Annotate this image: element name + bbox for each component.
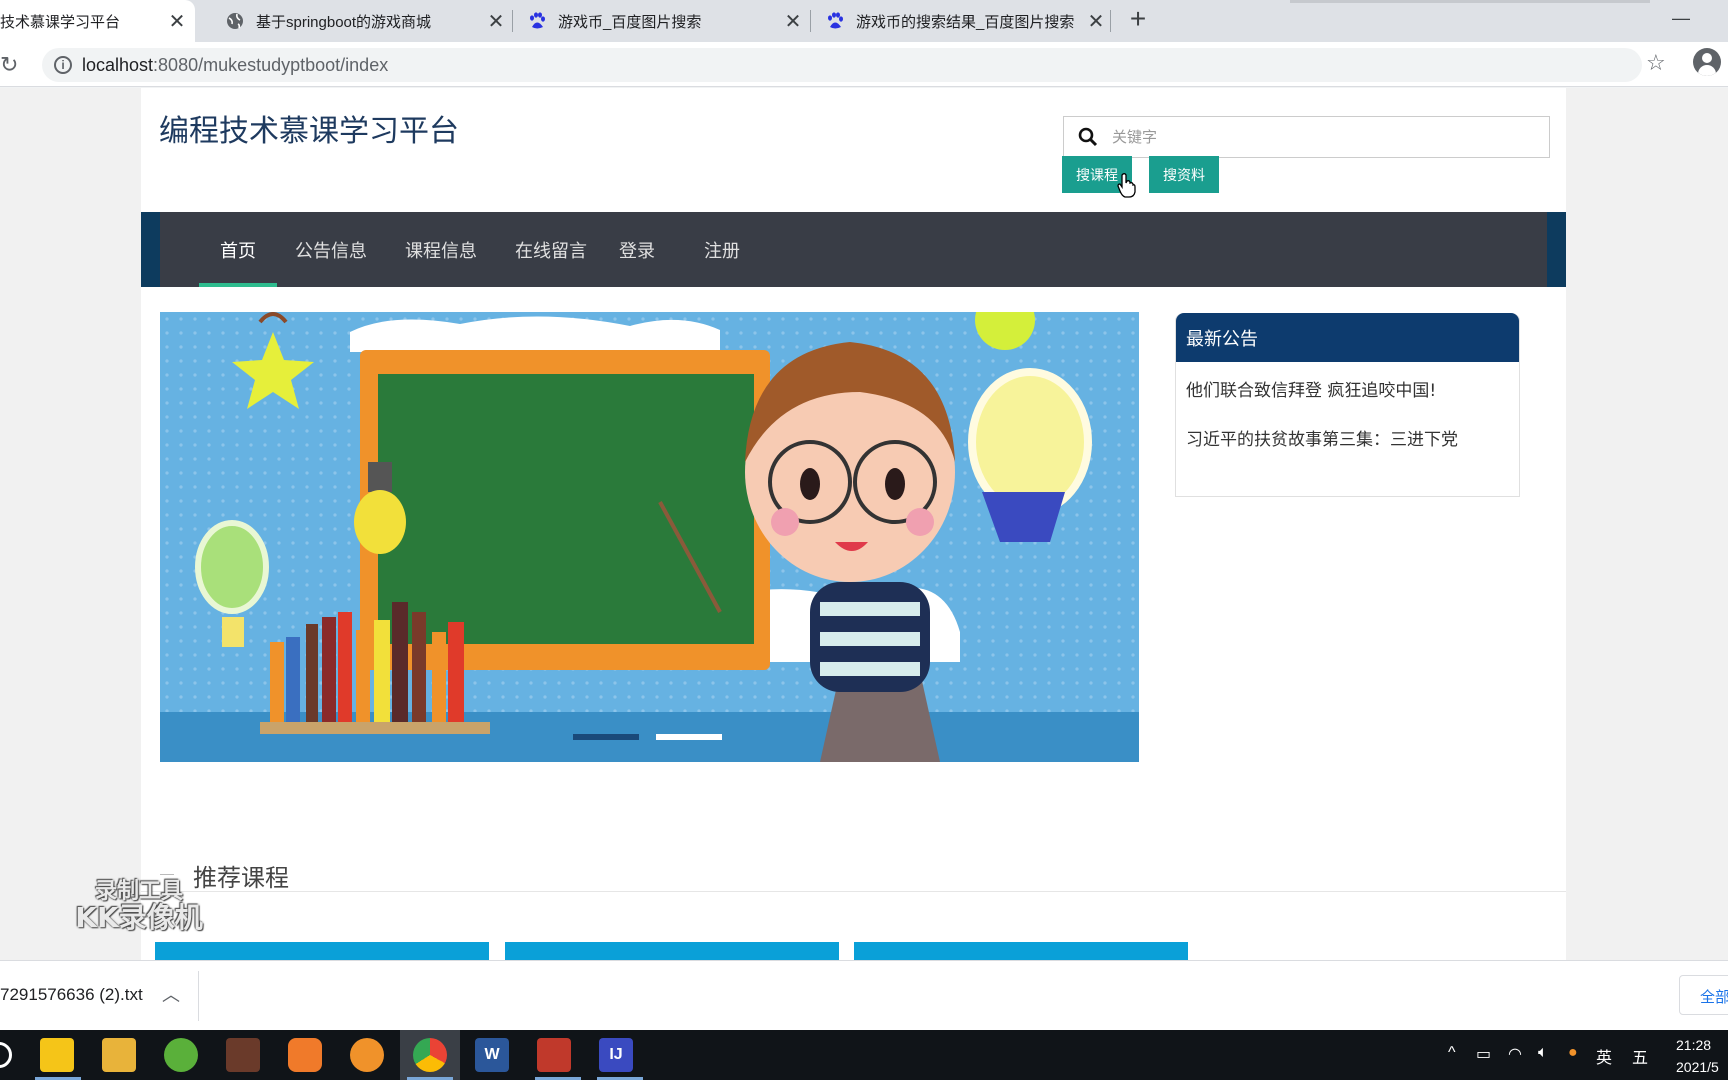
show-all-downloads-button[interactable]: 全部: [1679, 975, 1728, 1015]
tab-4[interactable]: 游戏币的搜索结果_百度图片搜索 ✕: [826, 0, 1106, 42]
volume-icon[interactable]: 🔈︎: [1538, 1044, 1548, 1062]
notice-item[interactable]: 习近平的扶贫故事第三集：三进下党: [1186, 425, 1458, 450]
page-viewport: 编程技术慕课学习平台 搜课程 搜资料 首页 公告信息 课程信息 在线留言 登录 …: [0, 88, 1728, 960]
window-top-strip: [1290, 0, 1650, 3]
reload-icon[interactable]: ↻: [0, 52, 18, 78]
search-input[interactable]: [1112, 128, 1549, 146]
clock-time: 21:28: [1676, 1037, 1712, 1053]
close-icon[interactable]: ✕: [1086, 11, 1106, 33]
account-icon[interactable]: [1693, 48, 1721, 76]
notice-item[interactable]: 他们联合致信拜登 疯狂追咬中国!: [1186, 376, 1436, 401]
ime-mode[interactable]: 五: [1632, 1044, 1648, 1068]
section-divider: [141, 891, 1566, 892]
address-bar[interactable]: i localhost :8080/mukestudyptboot/index: [42, 48, 1642, 82]
bookmark-star-icon[interactable]: ☆: [1646, 50, 1666, 76]
search-icon[interactable]: [0, 1042, 12, 1068]
tab-title: 技术慕课学习平台: [0, 13, 121, 31]
wifi-icon[interactable]: ◠: [1508, 1044, 1522, 1064]
course-card[interactable]: [155, 942, 489, 960]
baidu-paw-icon: [826, 12, 844, 30]
file-explorer-icon[interactable]: [102, 1038, 136, 1072]
course-card[interactable]: [505, 942, 839, 960]
download-bar: 7291576636 (2).txt ︿ 全部: [0, 960, 1728, 1030]
nav-item-register[interactable]: 注册: [692, 212, 752, 287]
site-title: 编程技术慕课学习平台: [159, 114, 459, 149]
classroom-illustration: [160, 312, 1139, 762]
tab-separator: [810, 10, 811, 32]
clock-date: 2021/5: [1676, 1059, 1719, 1075]
game-app-icon[interactable]: [226, 1038, 260, 1072]
baidu-paw-icon: [528, 12, 546, 30]
close-icon[interactable]: ✕: [167, 11, 187, 33]
tab-3[interactable]: 游戏币_百度图片搜索 ✕: [528, 0, 803, 42]
new-tab-button[interactable]: +: [1124, 5, 1152, 34]
watermark-line: 录制工具: [94, 879, 183, 904]
browser-toolbar: ↻ i localhost :8080/mukestudyptboot/inde…: [0, 42, 1728, 87]
hand-cursor-icon: [1117, 173, 1136, 198]
minimize-button[interactable]: —: [1672, 8, 1690, 29]
recorder-watermark: 录制工具 KK录像机: [64, 879, 214, 935]
ime-language[interactable]: 英: [1596, 1044, 1612, 1068]
sticky-notes-icon[interactable]: [40, 1038, 74, 1072]
winrar-icon[interactable]: [537, 1038, 571, 1072]
chevron-up-icon[interactable]: ︿: [162, 981, 180, 1007]
download-separator: [198, 971, 199, 1021]
section-title-rule: [160, 874, 174, 875]
latest-notices-panel: 最新公告 他们联合致信拜登 疯狂追咬中国! 习近平的扶贫故事第三集：三进下党: [1175, 313, 1520, 497]
word-icon[interactable]: W: [475, 1038, 509, 1072]
address-host: localhost: [82, 54, 154, 75]
nav-inner: 首页 公告信息 课程信息 在线留言 登录 注册: [160, 212, 1547, 287]
globe-icon: [226, 12, 244, 30]
search-material-button[interactable]: 搜资料: [1149, 156, 1219, 193]
nav-item-courses[interactable]: 课程信息: [400, 212, 482, 287]
notice-header: 最新公告: [1176, 313, 1519, 362]
tab-2[interactable]: 基于springboot的游戏商城 ✕: [226, 0, 506, 42]
qq-icon[interactable]: ●: [1568, 1044, 1578, 1062]
browser-tab-strip: 技术慕课学习平台 ✕ 基于springboot的游戏商城 ✕ 游戏币_百度图片搜…: [0, 0, 1728, 42]
chevron-up-icon[interactable]: ^: [1448, 1044, 1456, 1062]
nav-item-announcements[interactable]: 公告信息: [290, 212, 372, 287]
nav-item-home[interactable]: 首页: [199, 212, 277, 287]
recorder-app-icon[interactable]: [288, 1038, 322, 1072]
page-container: 编程技术慕课学习平台 搜课程 搜资料 首页 公告信息 课程信息 在线留言 登录 …: [141, 88, 1566, 960]
nav-item-messages[interactable]: 在线留言: [510, 212, 592, 287]
app-green-icon[interactable]: [164, 1038, 198, 1072]
close-icon[interactable]: ✕: [783, 11, 803, 33]
address-path: :8080/mukestudyptboot/index: [153, 54, 389, 75]
tab-1[interactable]: 技术慕课学习平台 ✕: [0, 0, 195, 42]
download-filename[interactable]: 7291576636 (2).txt: [0, 985, 143, 1005]
tab-title: 基于springboot的游戏商城: [256, 13, 432, 31]
course-card[interactable]: [854, 942, 1188, 960]
windows-taskbar: W IJ ^ ▭ ◠ 🔈︎ ● 英 五 21:28 2021/5: [0, 1030, 1728, 1080]
carousel-indicator-active: [573, 734, 639, 740]
info-icon[interactable]: i: [54, 56, 72, 74]
tab-separator: [1110, 10, 1111, 32]
intellij-icon[interactable]: IJ: [599, 1038, 633, 1072]
system-clock[interactable]: 21:28 2021/5: [1676, 1034, 1719, 1078]
nav-item-login[interactable]: 登录: [607, 212, 667, 287]
main-nav: 首页 公告信息 课程信息 在线留言 登录 注册: [141, 212, 1566, 287]
watermark-line: KK录像机: [75, 901, 203, 935]
battery-icon[interactable]: ▭: [1476, 1044, 1491, 1064]
banner-carousel[interactable]: [160, 312, 1139, 762]
tab-separator: [512, 10, 513, 32]
tab-title: 游戏币的搜索结果_百度图片搜索: [856, 13, 1075, 31]
tab-title: 游戏币_百度图片搜索: [558, 13, 702, 31]
close-icon[interactable]: ✕: [486, 11, 506, 33]
chrome-icon[interactable]: [413, 1038, 447, 1072]
search-box: [1063, 116, 1550, 158]
carousel-indicator: [656, 734, 722, 740]
search-icon: [1064, 127, 1112, 147]
fox-app-icon[interactable]: [350, 1038, 384, 1072]
